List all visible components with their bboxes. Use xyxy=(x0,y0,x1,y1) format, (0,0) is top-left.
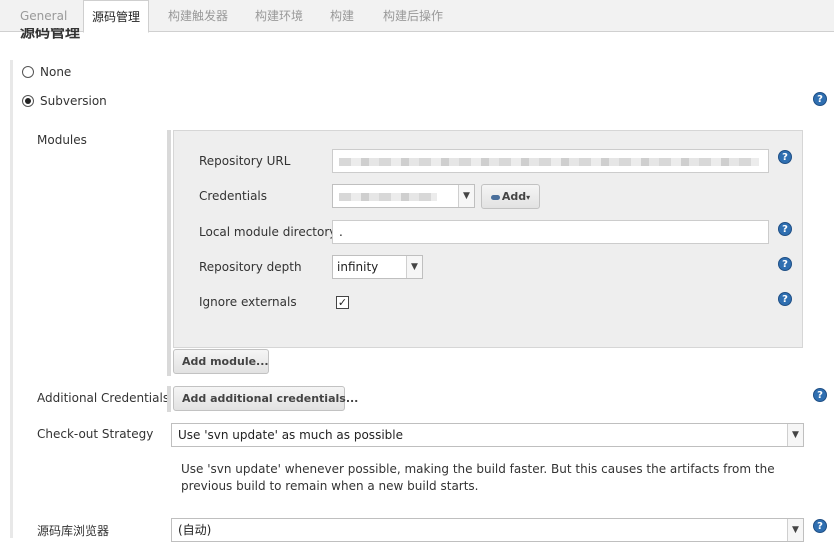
modules-left-bar xyxy=(167,130,171,376)
add-module-button[interactable]: Add module... xyxy=(173,349,269,374)
repository-browser-label: 源码库浏览器 xyxy=(37,524,110,538)
scm-subversion-radio[interactable] xyxy=(22,95,34,107)
chevron-down-icon: ▼ xyxy=(406,256,422,278)
repository-depth-select[interactable]: infinity ▼ xyxy=(332,255,423,279)
repository-browser-value: (自动) xyxy=(178,523,212,537)
checkout-strategy-select[interactable]: Use 'svn update' as much as possible ▼ xyxy=(171,423,804,447)
ignore-externals-help-icon[interactable]: ? xyxy=(778,292,792,306)
dropdown-arrow-icon: ▾ xyxy=(526,193,531,202)
repository-depth-label: Repository depth xyxy=(199,260,302,274)
key-icon xyxy=(490,194,500,200)
tab-build-environment[interactable]: 构建环境 xyxy=(247,0,311,32)
repository-url-input[interactable] xyxy=(332,149,769,173)
repository-browser-help-icon[interactable]: ? xyxy=(813,519,827,533)
section-title: 源码管理 xyxy=(20,28,81,40)
scm-none-label[interactable]: None xyxy=(40,65,71,79)
local-module-directory-label: Local module directory xyxy=(199,225,337,239)
credentials-select[interactable]: ▼ xyxy=(332,184,475,208)
tab-post-build-actions[interactable]: 构建后操作 xyxy=(375,0,451,32)
ignore-externals-label: Ignore externals xyxy=(199,295,297,309)
checkout-strategy-description: Use 'svn update' whenever possible, maki… xyxy=(181,462,775,493)
credentials-label: Credentials xyxy=(199,189,268,203)
local-module-directory-help-icon[interactable]: ? xyxy=(778,222,792,236)
subversion-help-icon[interactable]: ? xyxy=(813,92,827,106)
local-module-directory-input[interactable]: . xyxy=(332,220,769,244)
repository-url-label: Repository URL xyxy=(199,154,291,168)
chevron-down-icon: ▼ xyxy=(458,185,474,207)
checkout-strategy-label: Check-out Strategy xyxy=(37,427,154,441)
repository-url-help-icon[interactable]: ? xyxy=(778,150,792,164)
tab-bar: General 源码管理 构建触发器 构建环境 构建 构建后操作 xyxy=(0,0,834,33)
scm-subversion-label[interactable]: Subversion xyxy=(40,94,107,108)
checkout-strategy-value: Use 'svn update' as much as possible xyxy=(178,428,403,442)
add-button-label: Add xyxy=(501,190,527,203)
tab-build[interactable]: 构建 xyxy=(322,0,362,32)
redacted-url-blur xyxy=(339,158,759,166)
tab-source-code-management[interactable]: 源码管理 xyxy=(83,0,150,33)
chevron-down-icon: ▼ xyxy=(787,424,803,446)
tab-build-triggers[interactable]: 构建触发器 xyxy=(160,0,236,32)
add-additional-credentials-button[interactable]: Add additional credentials... xyxy=(173,386,358,411)
modules-label: Modules xyxy=(37,133,87,147)
additional-credentials-label: Additional Credentials xyxy=(37,391,170,405)
redacted-credentials-blur xyxy=(339,193,437,201)
repository-depth-help-icon[interactable]: ? xyxy=(778,257,792,271)
repository-depth-value: infinity xyxy=(337,260,379,274)
additional-credentials-help-icon[interactable]: ? xyxy=(813,388,827,402)
repository-browser-select[interactable]: (自动) ▼ xyxy=(171,518,804,542)
add-credentials-button[interactable]: Add▾ xyxy=(481,184,540,209)
additional-credentials-left-bar xyxy=(167,386,171,412)
scm-none-radio[interactable] xyxy=(22,66,34,78)
ignore-externals-checkbox[interactable]: ✓ xyxy=(336,296,349,309)
